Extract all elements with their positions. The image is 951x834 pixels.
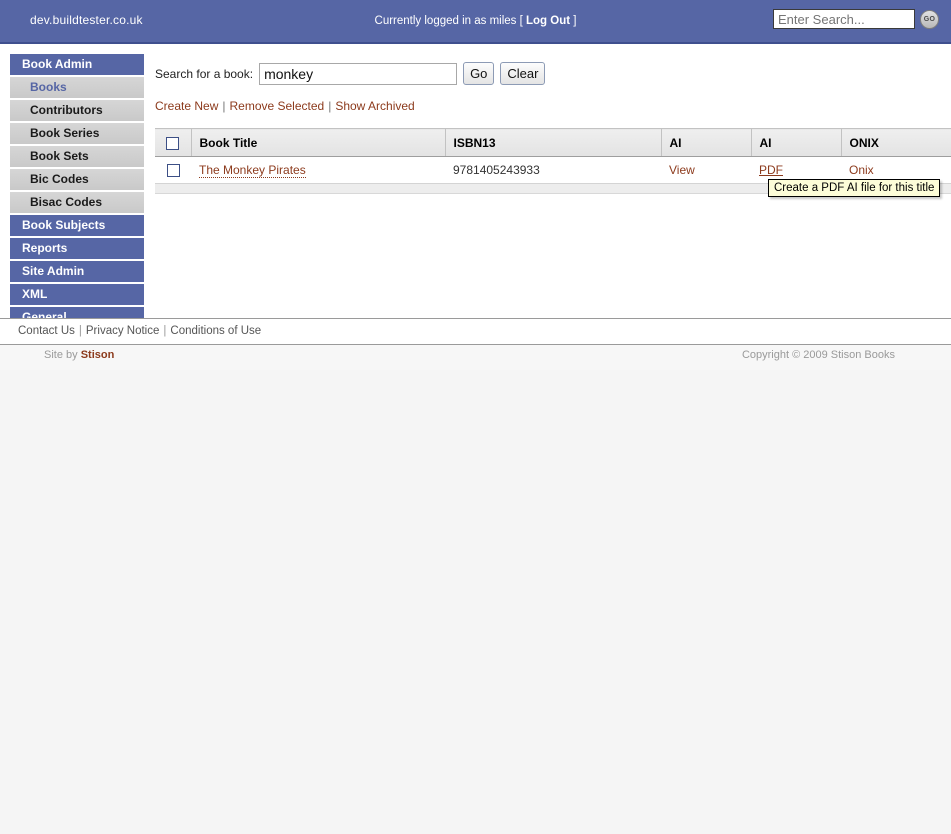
- clear-button[interactable]: Clear: [500, 62, 546, 85]
- logout-link[interactable]: Log Out: [526, 15, 570, 27]
- sidebar-section-reports[interactable]: Reports: [10, 238, 144, 259]
- main-content: Search for a book: Go Clear Create New|R…: [155, 54, 951, 194]
- sidebar-section-xml[interactable]: XML: [10, 284, 144, 305]
- contact-us-link[interactable]: Contact Us: [18, 325, 75, 337]
- sidebar-item-bic-codes[interactable]: Bic Codes: [10, 169, 144, 190]
- action-separator-2: |: [328, 99, 332, 113]
- footer-separator-1: |: [78, 325, 82, 337]
- login-status-prefix: Currently logged in as miles [: [374, 15, 526, 27]
- cell-book-title: The Monkey Pirates: [191, 156, 445, 184]
- create-new-link[interactable]: Create New: [155, 99, 218, 113]
- footer-links-bar: Contact Us | Privacy Notice | Conditions of …: [0, 318, 951, 345]
- page-root: dev.buildtester.co.uk Currently logged i…: [0, 0, 951, 834]
- sidebar-nav: Book Admin Books Contributors Book Serie…: [10, 54, 144, 330]
- footer-links: Contact Us | Privacy Notice | Conditions of …: [18, 325, 261, 337]
- conditions-of-use-link[interactable]: Conditions of Use: [170, 325, 261, 337]
- row-select-cell: [155, 156, 191, 184]
- column-header-ai-pdf[interactable]: AI: [751, 128, 842, 157]
- footer-credit-bar: Site by Stison Copyright © 2009 Stison B…: [0, 345, 951, 370]
- ai-view-link[interactable]: View: [669, 163, 695, 177]
- book-search-label: Search for a book:: [155, 66, 254, 81]
- row-checkbox[interactable]: [166, 164, 180, 178]
- copyright-notice: Copyright © 2009 Stison Books: [741, 349, 895, 361]
- column-header-book-title[interactable]: Book Title: [191, 128, 446, 157]
- sidebar-section-site-admin[interactable]: Site Admin: [10, 261, 144, 282]
- action-links-bar: Create New | Remove Selected | Show Archived: [155, 99, 951, 113]
- top-header: dev.buildtester.co.uk Currently logged i…: [0, 0, 951, 44]
- column-header-onix[interactable]: ONIX: [841, 128, 951, 157]
- column-header-isbn13[interactable]: ISBN13: [445, 128, 662, 157]
- table-header-row: Book Title ISBN13 AI AI ONIX: [155, 128, 951, 157]
- action-separator-1: |: [222, 99, 226, 113]
- sidebar-item-books[interactable]: Books: [10, 77, 144, 98]
- sidebar-item-contributors[interactable]: Contributors: [10, 100, 144, 121]
- go-button[interactable]: Go: [463, 62, 495, 85]
- search-input[interactable]: [773, 9, 915, 29]
- select-all-checkbox[interactable]: [166, 136, 180, 150]
- book-search-input[interactable]: [259, 62, 458, 85]
- site-by-credit: Site by Stison: [44, 349, 114, 361]
- header-search-group: GO: [773, 9, 939, 29]
- onix-link[interactable]: Onix: [849, 163, 874, 177]
- book-search-row: Search for a book: Go Clear: [155, 62, 951, 85]
- remove-selected-link[interactable]: Remove Selected: [229, 99, 324, 113]
- ai-pdf-link[interactable]: PDF: [759, 163, 783, 177]
- sidebar-item-book-series[interactable]: Book Series: [10, 123, 144, 144]
- sidebar-item-book-sets[interactable]: Book Sets: [10, 146, 144, 167]
- sidebar-section-book-admin[interactable]: Book Admin: [10, 54, 144, 75]
- show-archived-link[interactable]: Show Archived: [335, 99, 414, 113]
- column-header-ai-view[interactable]: AI: [661, 128, 752, 157]
- select-all-header: [155, 128, 192, 157]
- search-go-button[interactable]: GO: [920, 9, 939, 29]
- privacy-notice-link[interactable]: Privacy Notice: [86, 325, 160, 337]
- book-title-link[interactable]: The Monkey Pirates: [199, 163, 306, 178]
- footer-separator-2: |: [163, 325, 167, 337]
- login-status-suffix: ]: [570, 15, 577, 27]
- sidebar-section-book-subjects[interactable]: Book Subjects: [10, 215, 144, 236]
- stison-brand-link[interactable]: Stison: [81, 349, 115, 361]
- cell-isbn13: 9781405243933: [445, 156, 661, 184]
- site-by-prefix: Site by: [44, 349, 81, 361]
- sidebar-item-bisac-codes[interactable]: Bisac Codes: [10, 192, 144, 213]
- pdf-link-tooltip: Create a PDF AI file for this title: [768, 179, 941, 197]
- cell-ai-view: View: [661, 156, 751, 184]
